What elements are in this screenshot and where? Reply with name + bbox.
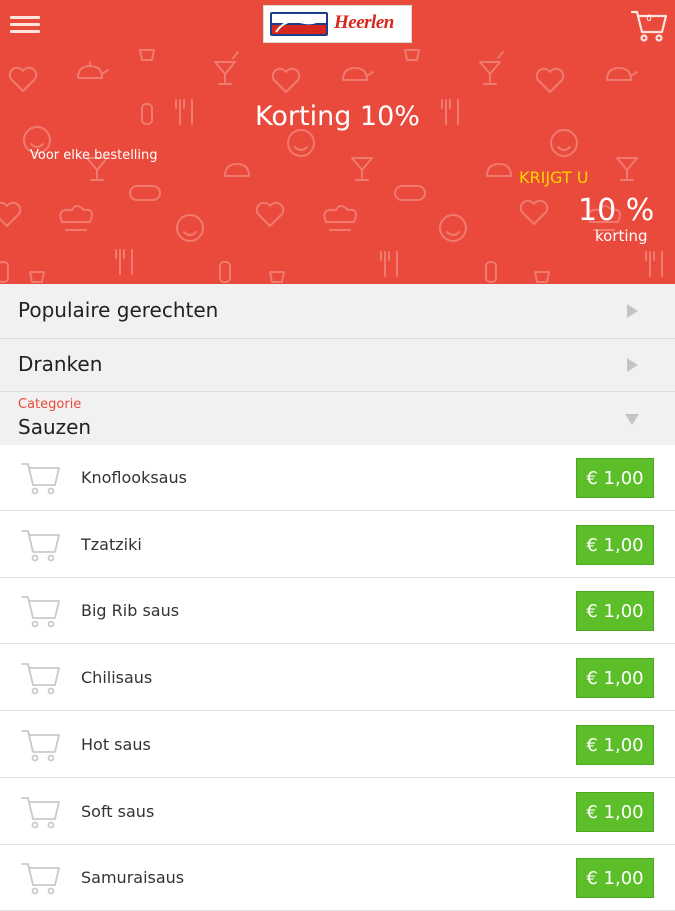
category-sauzen[interactable]: Categorie Sauzen <box>0 392 675 445</box>
discount-percentage-label: korting <box>595 227 648 245</box>
shopping-cart-icon[interactable]: 0 <box>630 8 668 44</box>
discount-subtitle: Voor elke bestelling <box>30 148 158 163</box>
add-to-cart-icon[interactable] <box>20 593 62 629</box>
price-button[interactable]: € 1,00 <box>576 658 654 698</box>
discount-banner: Heerlen 0 Korting 10% Voor elke bestelli… <box>0 0 675 284</box>
logo-city-text: Heerlen <box>334 12 394 33</box>
discount-you-get-label: KRIJGT U <box>519 168 589 187</box>
cart-item-count: 0 <box>646 14 652 24</box>
product-row[interactable]: Big Rib saus € 1,00 <box>0 578 675 644</box>
add-to-cart-icon[interactable] <box>20 660 62 696</box>
add-to-cart-icon[interactable] <box>20 860 62 896</box>
product-row[interactable]: Tzatziki € 1,00 <box>0 512 675 578</box>
product-name: Hot saus <box>81 735 151 754</box>
category-caption: Categorie <box>18 397 82 412</box>
product-name: Knoflooksaus <box>81 468 187 487</box>
product-name: Tzatziki <box>81 535 142 554</box>
chevron-right-icon <box>627 358 638 372</box>
product-row[interactable]: Soft saus € 1,00 <box>0 779 675 845</box>
add-to-cart-icon[interactable] <box>20 727 62 763</box>
discount-percentage: 10 % <box>578 193 655 228</box>
chevron-right-icon <box>627 304 638 318</box>
price-button[interactable]: € 1,00 <box>576 591 654 631</box>
add-to-cart-icon[interactable] <box>20 460 62 496</box>
product-name: Big Rib saus <box>81 601 180 620</box>
category-populaire-gerechten[interactable]: Populaire gerechten <box>0 284 675 339</box>
price-button[interactable]: € 1,00 <box>576 525 654 565</box>
price-button[interactable]: € 1,00 <box>576 858 654 898</box>
price-button[interactable]: € 1,00 <box>576 458 654 498</box>
category-dranken[interactable]: Dranken <box>0 339 675 392</box>
product-row[interactable]: Chilisaus € 1,00 <box>0 645 675 711</box>
category-label: Dranken <box>18 352 103 376</box>
discount-title: Korting 10% <box>255 101 420 132</box>
price-button[interactable]: € 1,00 <box>576 725 654 765</box>
hamburger-menu-icon[interactable] <box>10 12 40 38</box>
add-to-cart-icon[interactable] <box>20 794 62 830</box>
price-button[interactable]: € 1,00 <box>576 792 654 832</box>
restaurant-logo: Heerlen <box>263 5 412 43</box>
chevron-down-icon <box>625 414 639 425</box>
product-row[interactable]: Hot saus € 1,00 <box>0 712 675 778</box>
product-row[interactable]: Knoflooksaus € 1,00 <box>0 445 675 511</box>
category-label: Sauzen <box>18 415 92 439</box>
add-to-cart-icon[interactable] <box>20 527 62 563</box>
big-rib-logo-badge <box>270 12 328 36</box>
product-row[interactable]: Samuraisaus € 1,00 <box>0 845 675 911</box>
product-name: Chilisaus <box>81 668 153 687</box>
product-name: Soft saus <box>81 802 155 821</box>
category-label: Populaire gerechten <box>18 298 219 322</box>
product-name: Samuraisaus <box>81 868 185 887</box>
